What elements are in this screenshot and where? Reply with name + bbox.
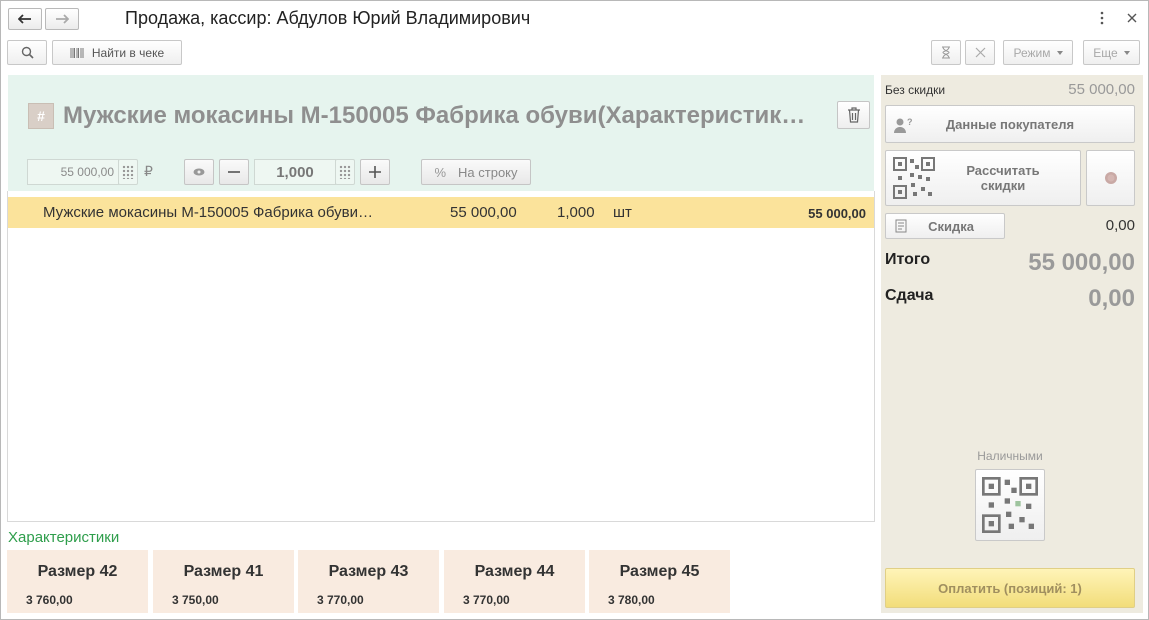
no-discount-label: Без скидки xyxy=(885,83,946,97)
characteristic-name: Размер 41 xyxy=(183,563,264,580)
search-button[interactable] xyxy=(7,40,47,65)
close-icon xyxy=(975,47,985,58)
characteristic-tile[interactable]: Размер 44 3 770,00 xyxy=(444,550,585,613)
eye-icon xyxy=(193,168,205,176)
find-in-receipt-button[interactable]: Найти в чеке xyxy=(52,40,182,65)
characteristic-price: 3 750,00 xyxy=(172,593,219,607)
no-discount-value: 55 000,00 xyxy=(1068,81,1135,98)
line-unit: шт xyxy=(613,204,632,221)
minus-icon xyxy=(228,171,240,173)
plus-icon xyxy=(369,166,381,178)
window-title: Продажа, кассир: Абдулов Юрий Владимиров… xyxy=(125,8,531,28)
characteristic-tile[interactable]: Размер 43 3 770,00 xyxy=(298,550,439,613)
characteristic-price: 3 770,00 xyxy=(317,593,364,607)
line-name: Мужские мокасины М-150005 Фабрика обуви… xyxy=(43,204,373,221)
discount-label: Скидка xyxy=(928,218,974,234)
svg-text:?: ? xyxy=(907,117,912,127)
qty-calculator-button[interactable] xyxy=(335,159,355,185)
price-field[interactable]: 55 000,00 xyxy=(27,159,119,185)
calculator-icon xyxy=(122,165,134,179)
chevron-down-icon xyxy=(1056,50,1063,55)
characteristics-title: Характеристики xyxy=(8,529,120,546)
calc-discounts-button[interactable]: Рассчитать скидки xyxy=(885,150,1081,206)
discount-circle-icon xyxy=(1104,172,1117,184)
barcode-icon xyxy=(70,47,84,58)
view-button[interactable] xyxy=(184,159,214,185)
mode-label: Режим xyxy=(1013,45,1051,60)
line-qty: 1,000 xyxy=(557,204,595,221)
cash-payment-button[interactable] xyxy=(975,469,1045,541)
more-vertical-icon[interactable] xyxy=(1094,9,1110,27)
table-row[interactable]: Мужские мокасины М-150005 Фабрика обуви…… xyxy=(8,197,874,228)
qr-code-icon xyxy=(982,477,1038,533)
total-value: 55 000,00 xyxy=(1028,249,1135,276)
discount-button[interactable]: Скидка xyxy=(885,213,1005,239)
product-title: Мужские мокасины М-150005 Фабрика обуви(… xyxy=(63,102,806,129)
chevron-down-icon xyxy=(1123,50,1130,55)
characteristic-name: Размер 43 xyxy=(328,563,409,580)
line-price: 55 000,00 xyxy=(450,204,517,221)
summary-panel: Без скидки 55 000,00 ? Данные покупателя… xyxy=(881,75,1143,613)
characteristic-price: 3 760,00 xyxy=(26,593,73,607)
more-label: Еще xyxy=(1093,45,1118,60)
discount-card-button[interactable] xyxy=(1086,150,1135,206)
hourglass-button[interactable] xyxy=(931,40,961,65)
characteristic-name: Размер 45 xyxy=(619,563,700,580)
characteristic-tile[interactable]: Размер 45 3 780,00 xyxy=(589,550,730,613)
calc-discounts-label: Рассчитать скидки xyxy=(966,163,1040,193)
characteristic-name: Размер 42 xyxy=(37,563,118,580)
buyer-data-label: Данные покупателя xyxy=(945,116,1075,132)
characteristic-price: 3 770,00 xyxy=(463,593,510,607)
delete-line-button[interactable] xyxy=(837,101,870,129)
back-button[interactable] xyxy=(8,8,42,30)
to-line-label: На строку xyxy=(458,164,518,180)
sale-window: Продажа, кассир: Абдулов Юрий Владимиров… xyxy=(0,0,1149,620)
price-calculator-button[interactable] xyxy=(118,159,138,185)
user-question-icon: ? xyxy=(894,117,912,133)
close-window-icon[interactable] xyxy=(1124,9,1140,27)
cancel-button[interactable] xyxy=(965,40,995,65)
quantity-field[interactable]: 1,000 xyxy=(254,159,336,185)
total-label: Итого xyxy=(885,251,931,268)
calculator-icon xyxy=(339,165,351,179)
discount-value: 0,00 xyxy=(1105,217,1135,234)
cash-label: Наличными xyxy=(977,449,1043,463)
currency-symbol: ₽ xyxy=(144,163,153,179)
decrease-qty-button[interactable] xyxy=(219,159,249,185)
to-line-discount-button[interactable]: % На строку xyxy=(421,159,531,185)
mode-dropdown[interactable]: Режим xyxy=(1003,40,1073,65)
change-label: Сдача xyxy=(885,287,934,304)
characteristic-price: 3 780,00 xyxy=(608,593,655,607)
current-product-panel: # Мужские мокасины М-150005 Фабрика обув… xyxy=(8,75,874,191)
receipt-table xyxy=(7,191,875,522)
pay-button[interactable]: Оплатить (позиций: 1) xyxy=(885,568,1135,608)
find-in-receipt-label: Найти в чеке xyxy=(91,45,165,60)
percent-icon: % xyxy=(434,164,447,180)
forward-button[interactable] xyxy=(45,8,79,30)
change-value: 0,00 xyxy=(1088,285,1135,312)
arrow-right-icon xyxy=(56,14,69,24)
quantity-value: 1,000 xyxy=(276,163,314,181)
search-icon xyxy=(21,46,34,59)
increase-qty-button[interactable] xyxy=(360,159,390,185)
title-bar: Продажа, кассир: Абдулов Юрий Владимиров… xyxy=(1,1,1148,37)
buyer-data-button[interactable]: ? Данные покупателя xyxy=(885,105,1135,143)
line-sum: 55 000,00 xyxy=(808,206,866,221)
hourglass-icon xyxy=(942,46,950,59)
trash-icon xyxy=(847,107,860,123)
discount-doc-icon xyxy=(895,219,907,233)
product-image-icon[interactable]: # xyxy=(28,103,54,129)
price-value: 55 000,00 xyxy=(60,165,114,179)
characteristic-name: Размер 44 xyxy=(474,563,555,580)
characteristic-tile[interactable]: Размер 41 3 750,00 xyxy=(153,550,294,613)
more-dropdown[interactable]: Еще xyxy=(1083,40,1140,65)
qr-code-icon xyxy=(893,157,935,199)
characteristic-tile[interactable]: Размер 42 3 760,00 xyxy=(7,550,148,613)
arrow-left-icon xyxy=(18,14,31,24)
